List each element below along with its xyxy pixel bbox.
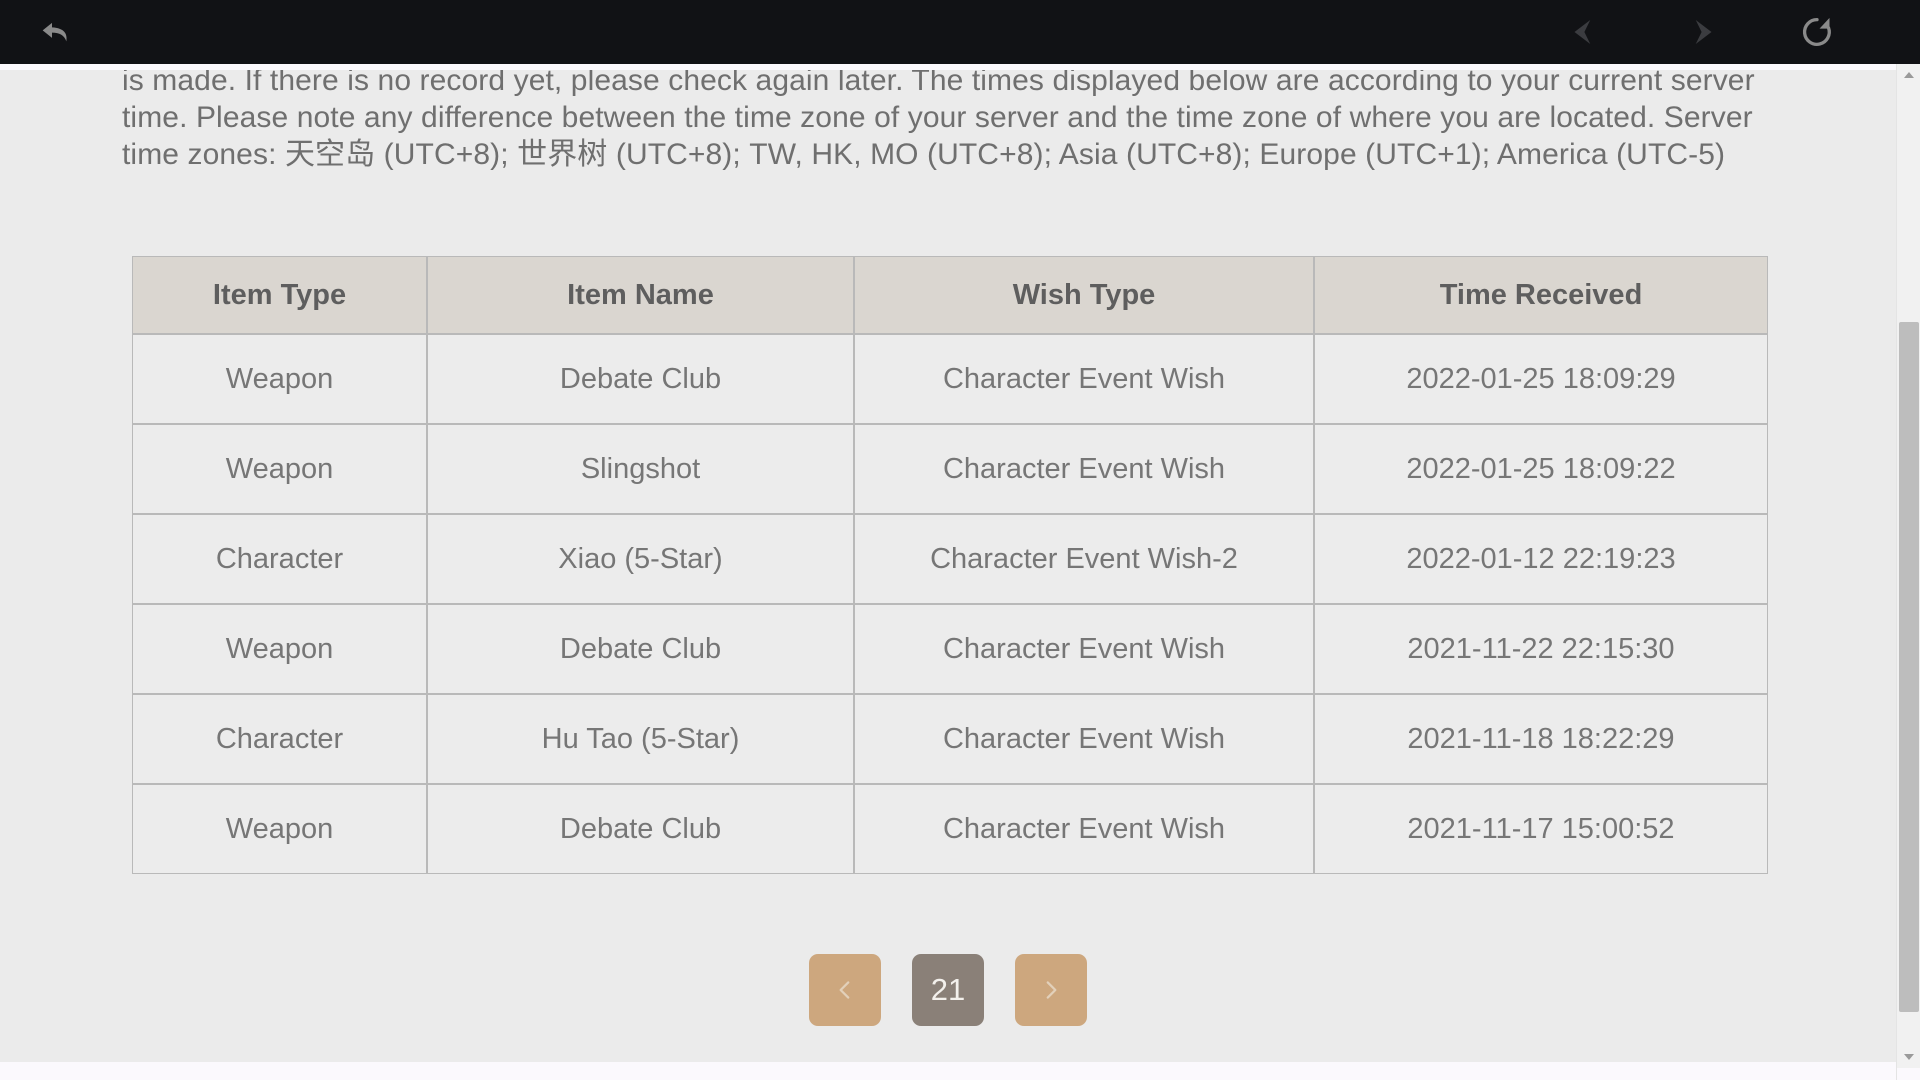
scrollbar-up-arrow-icon[interactable] [1897, 64, 1920, 86]
cell-time-received: 2021-11-18 18:22:29 [1314, 694, 1768, 784]
cell-item-type: Weapon [132, 424, 427, 514]
column-header-wish-type: Wish Type [854, 256, 1314, 334]
pagination: 21 [0, 954, 1896, 1026]
chevron-left-icon[interactable] [1558, 5, 1612, 59]
cell-item-type: Weapon [132, 334, 427, 424]
column-header-time-received: Time Received [1314, 256, 1768, 334]
toolbar-left-group [0, 5, 84, 59]
cell-item-name: Hu Tao (5-Star) [427, 694, 854, 784]
cell-wish-type: Character Event Wish [854, 334, 1314, 424]
pagination-current-page[interactable]: 21 [912, 954, 984, 1026]
cell-item-name: Debate Club [427, 784, 854, 874]
server-name-celestia: 天空岛 [284, 137, 376, 172]
cell-wish-type: Character Event Wish [854, 604, 1314, 694]
table-body: Weapon Debate Club Character Event Wish … [132, 334, 1768, 874]
chevron-right-icon[interactable] [1674, 5, 1728, 59]
cell-wish-type: Character Event Wish [854, 694, 1314, 784]
server-name-irminsul: 世界树 [517, 137, 608, 172]
wish-history-disclaimer: is made. If there is no record yet, plea… [122, 70, 1762, 173]
cell-item-type: Weapon [132, 784, 427, 874]
cell-time-received: 2021-11-22 22:15:30 [1314, 604, 1768, 694]
table-row: Weapon Debate Club Character Event Wish … [132, 334, 1768, 424]
refresh-icon[interactable] [1790, 5, 1844, 59]
table-row: Weapon Slingshot Character Event Wish 20… [132, 424, 1768, 514]
pagination-prev-button[interactable] [809, 954, 881, 1026]
cell-item-type: Character [132, 514, 427, 604]
cell-item-name: Debate Club [427, 334, 854, 424]
table-row: Weapon Debate Club Character Event Wish … [132, 604, 1768, 694]
chevron-right-icon [1038, 977, 1064, 1003]
toolbar-right-group [1558, 5, 1920, 59]
cell-time-received: 2021-11-17 15:00:52 [1314, 784, 1768, 874]
wish-history-table: Item Type Item Name Wish Type Time Recei… [132, 256, 1768, 874]
cell-time-received: 2022-01-25 18:09:22 [1314, 424, 1768, 514]
table-row: Weapon Debate Club Character Event Wish … [132, 784, 1768, 874]
cell-time-received: 2022-01-25 18:09:29 [1314, 334, 1768, 424]
pagination-next-button[interactable] [1015, 954, 1087, 1026]
column-header-item-type: Item Type [132, 256, 427, 334]
vertical-scrollbar[interactable] [1896, 64, 1920, 1080]
cell-wish-type: Character Event Wish [854, 424, 1314, 514]
undo-arrow-icon[interactable] [30, 5, 84, 59]
column-header-item-name: Item Name [427, 256, 854, 334]
cell-item-type: Character [132, 694, 427, 784]
disclaimer-line-3c: (UTC+8); TW, HK, MO (UTC+8); Asia (UTC+8… [607, 138, 1357, 171]
disclaimer-line-4: (UTC+1); America (UTC-5) [1365, 138, 1726, 171]
cell-wish-type: Character Event Wish [854, 784, 1314, 874]
cell-item-type: Weapon [132, 604, 427, 694]
scrollbar-thumb[interactable] [1899, 322, 1919, 1012]
table-header: Item Type Item Name Wish Type Time Recei… [132, 256, 1768, 334]
browser-viewport: is made. If there is no record yet, plea… [0, 64, 1920, 1080]
disclaimer-line-1: is made. If there is no record yet, plea… [122, 70, 1663, 97]
cell-item-name: Slingshot [427, 424, 854, 514]
table-header-row: Item Type Item Name Wish Type Time Recei… [132, 256, 1768, 334]
table-row: Character Xiao (5-Star) Character Event … [132, 514, 1768, 604]
scrollbar-track-bottom [1897, 1068, 1920, 1080]
scrollbar-down-arrow-icon[interactable] [1897, 1046, 1920, 1068]
cell-wish-type: Character Event Wish-2 [854, 514, 1314, 604]
browser-toolbar [0, 0, 1920, 64]
table-row: Character Hu Tao (5-Star) Character Even… [132, 694, 1768, 784]
wish-history-page: is made. If there is no record yet, plea… [0, 70, 1896, 1062]
disclaimer-line-3b: (UTC+8); [375, 138, 518, 171]
chevron-left-icon [832, 977, 858, 1003]
cell-time-received: 2022-01-12 22:19:23 [1314, 514, 1768, 604]
cell-item-name: Xiao (5-Star) [427, 514, 854, 604]
cell-item-name: Debate Club [427, 604, 854, 694]
